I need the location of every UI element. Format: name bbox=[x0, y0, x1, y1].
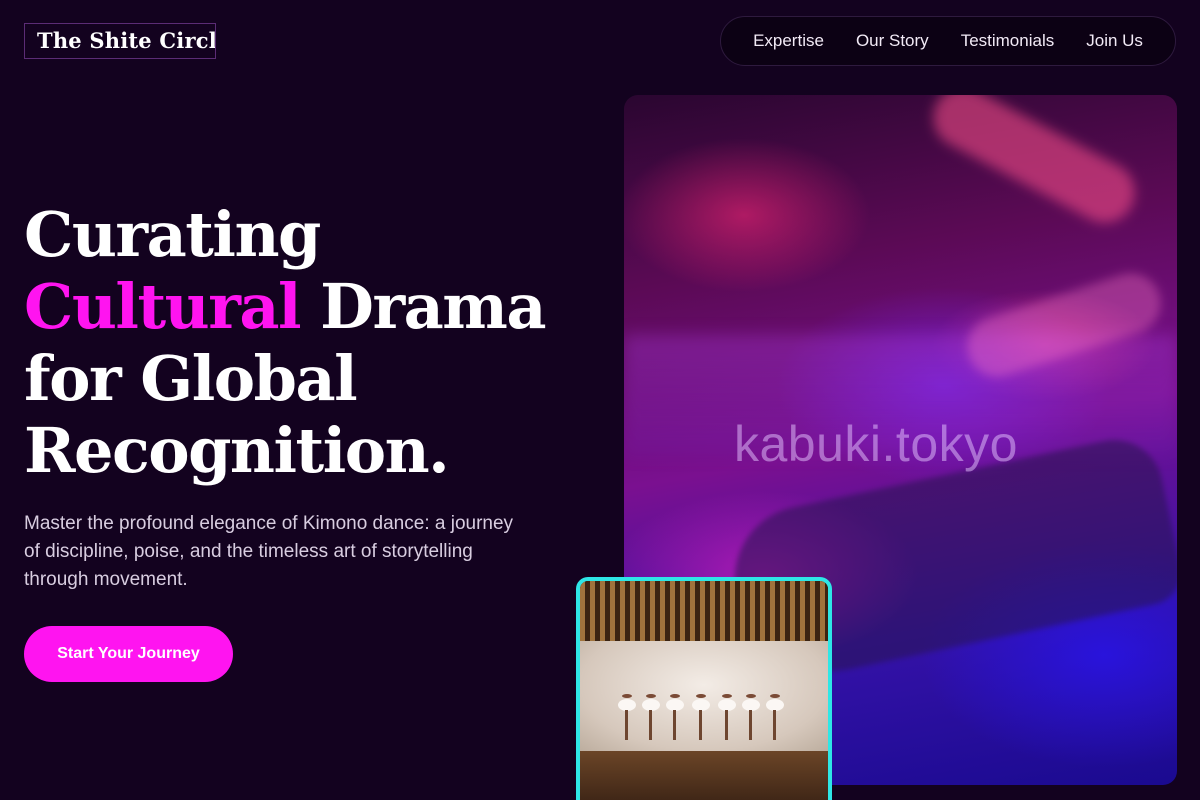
brand-logo[interactable]: The Shite Circle bbox=[24, 23, 216, 59]
nav-item-expertise[interactable]: Expertise bbox=[753, 31, 824, 51]
inset-wood-ceiling bbox=[580, 581, 828, 641]
inset-dancer bbox=[742, 699, 760, 740]
inset-dancer bbox=[642, 699, 660, 740]
inset-dancer bbox=[618, 699, 636, 740]
image-watermark: kabuki.tokyo bbox=[734, 416, 1018, 472]
main-nav: Expertise Our Story Testimonials Join Us bbox=[720, 16, 1176, 66]
inset-dancer bbox=[718, 699, 736, 740]
nav-item-our-story[interactable]: Our Story bbox=[856, 31, 929, 51]
headline-accent-word: Cultural bbox=[24, 270, 302, 343]
ballet-inset-image bbox=[576, 577, 832, 800]
nav-item-join-us[interactable]: Join Us bbox=[1086, 31, 1143, 51]
hero-headline: Curating Cultural Drama for Global Recog… bbox=[24, 199, 614, 487]
start-journey-button[interactable]: Start Your Journey bbox=[24, 626, 233, 682]
hero-subtext: Master the profound elegance of Kimono d… bbox=[24, 513, 514, 590]
headline-line-3: for Global bbox=[24, 342, 358, 415]
nav-item-testimonials[interactable]: Testimonials bbox=[961, 31, 1055, 51]
headline-line-1: Curating bbox=[24, 198, 321, 271]
image-dancer-leg bbox=[922, 95, 1146, 234]
headline-line-2-rest: Drama bbox=[300, 270, 546, 343]
inset-dancer bbox=[666, 699, 684, 740]
inset-studio-floor bbox=[580, 751, 828, 800]
inset-dancer bbox=[766, 699, 784, 740]
inset-dancer bbox=[692, 699, 710, 740]
headline-line-4: Recognition. bbox=[24, 414, 450, 487]
inset-studio-wall bbox=[580, 641, 828, 751]
